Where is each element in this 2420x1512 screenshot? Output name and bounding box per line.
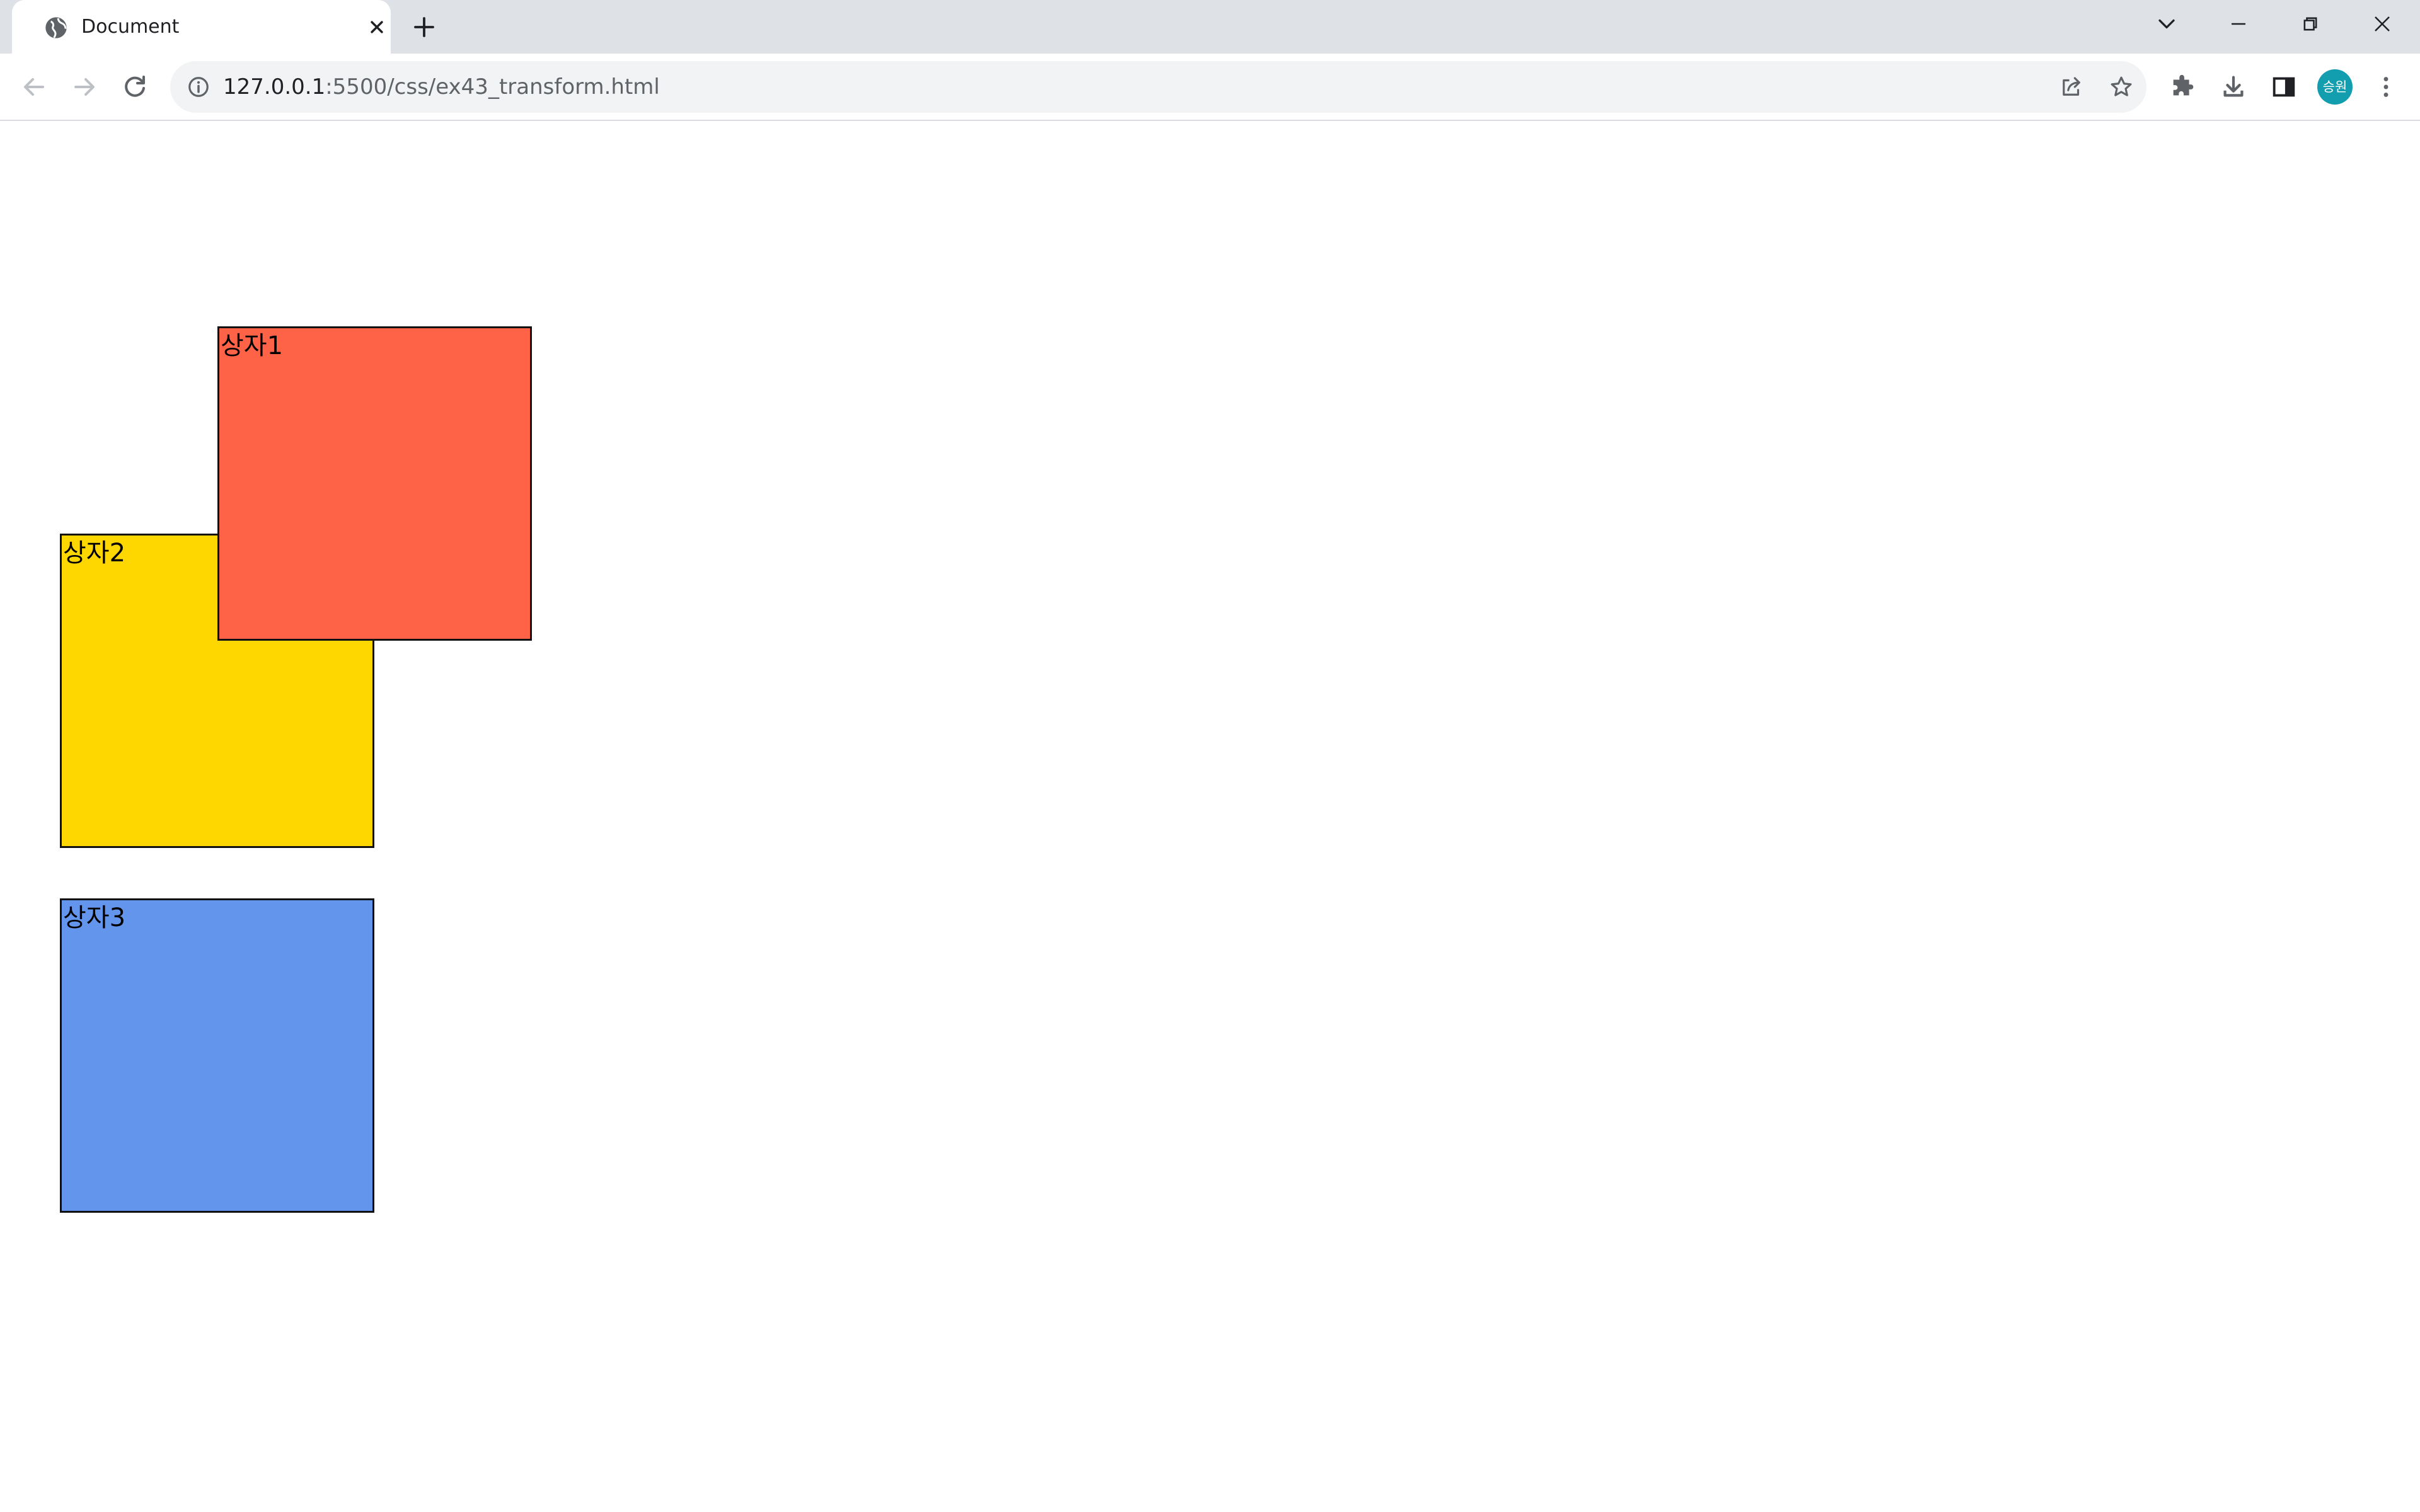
browser-window: Document 127.0.0.1:5500/css/ex43_transfo… <box>0 0 2420 1512</box>
forward-icon[interactable] <box>69 72 100 102</box>
more-menu-icon[interactable] <box>2371 72 2400 101</box>
reload-icon[interactable] <box>120 72 150 102</box>
address-bar[interactable]: 127.0.0.1:5500/css/ex43_transform.html <box>170 61 2146 113</box>
download-icon[interactable] <box>2219 72 2248 101</box>
box-1: 상자1 <box>217 326 532 641</box>
box-1-label: 상자1 <box>221 331 284 360</box>
profile-avatar[interactable]: 승원 <box>2317 69 2353 105</box>
box-3-label: 상자3 <box>63 903 126 932</box>
tab-search-icon[interactable] <box>2153 10 2181 38</box>
box-3: 상자3 <box>60 898 374 1213</box>
bookmark-star-icon[interactable] <box>2108 74 2135 100</box>
box-2-label: 상자2 <box>63 539 126 568</box>
page-viewport: 상자2 상자1 상자3 <box>0 121 2420 1512</box>
plus-icon[interactable] <box>411 14 437 40</box>
url-text[interactable]: 127.0.0.1:5500/css/ex43_transform.html <box>223 72 660 101</box>
tab-strip: Document <box>0 0 2420 54</box>
url-host: 127.0.0.1 <box>223 74 326 100</box>
browser-toolbar: 127.0.0.1:5500/css/ex43_transform.html 승… <box>0 54 2420 120</box>
tab-document[interactable]: Document <box>12 0 391 54</box>
side-panel-icon[interactable] <box>2269 72 2298 101</box>
site-info-icon[interactable] <box>187 75 210 99</box>
share-icon[interactable] <box>2058 74 2085 100</box>
globe-icon <box>43 15 69 40</box>
restore-icon[interactable] <box>2296 10 2324 38</box>
minimize-icon[interactable] <box>2225 10 2252 38</box>
url-path: :5500/css/ex43_transform.html <box>325 74 660 100</box>
close-icon[interactable] <box>365 15 389 39</box>
close-icon[interactable] <box>2368 10 2396 38</box>
extensions-icon[interactable] <box>2169 72 2198 101</box>
tab-title: Document <box>81 16 180 38</box>
back-icon[interactable] <box>19 72 49 102</box>
